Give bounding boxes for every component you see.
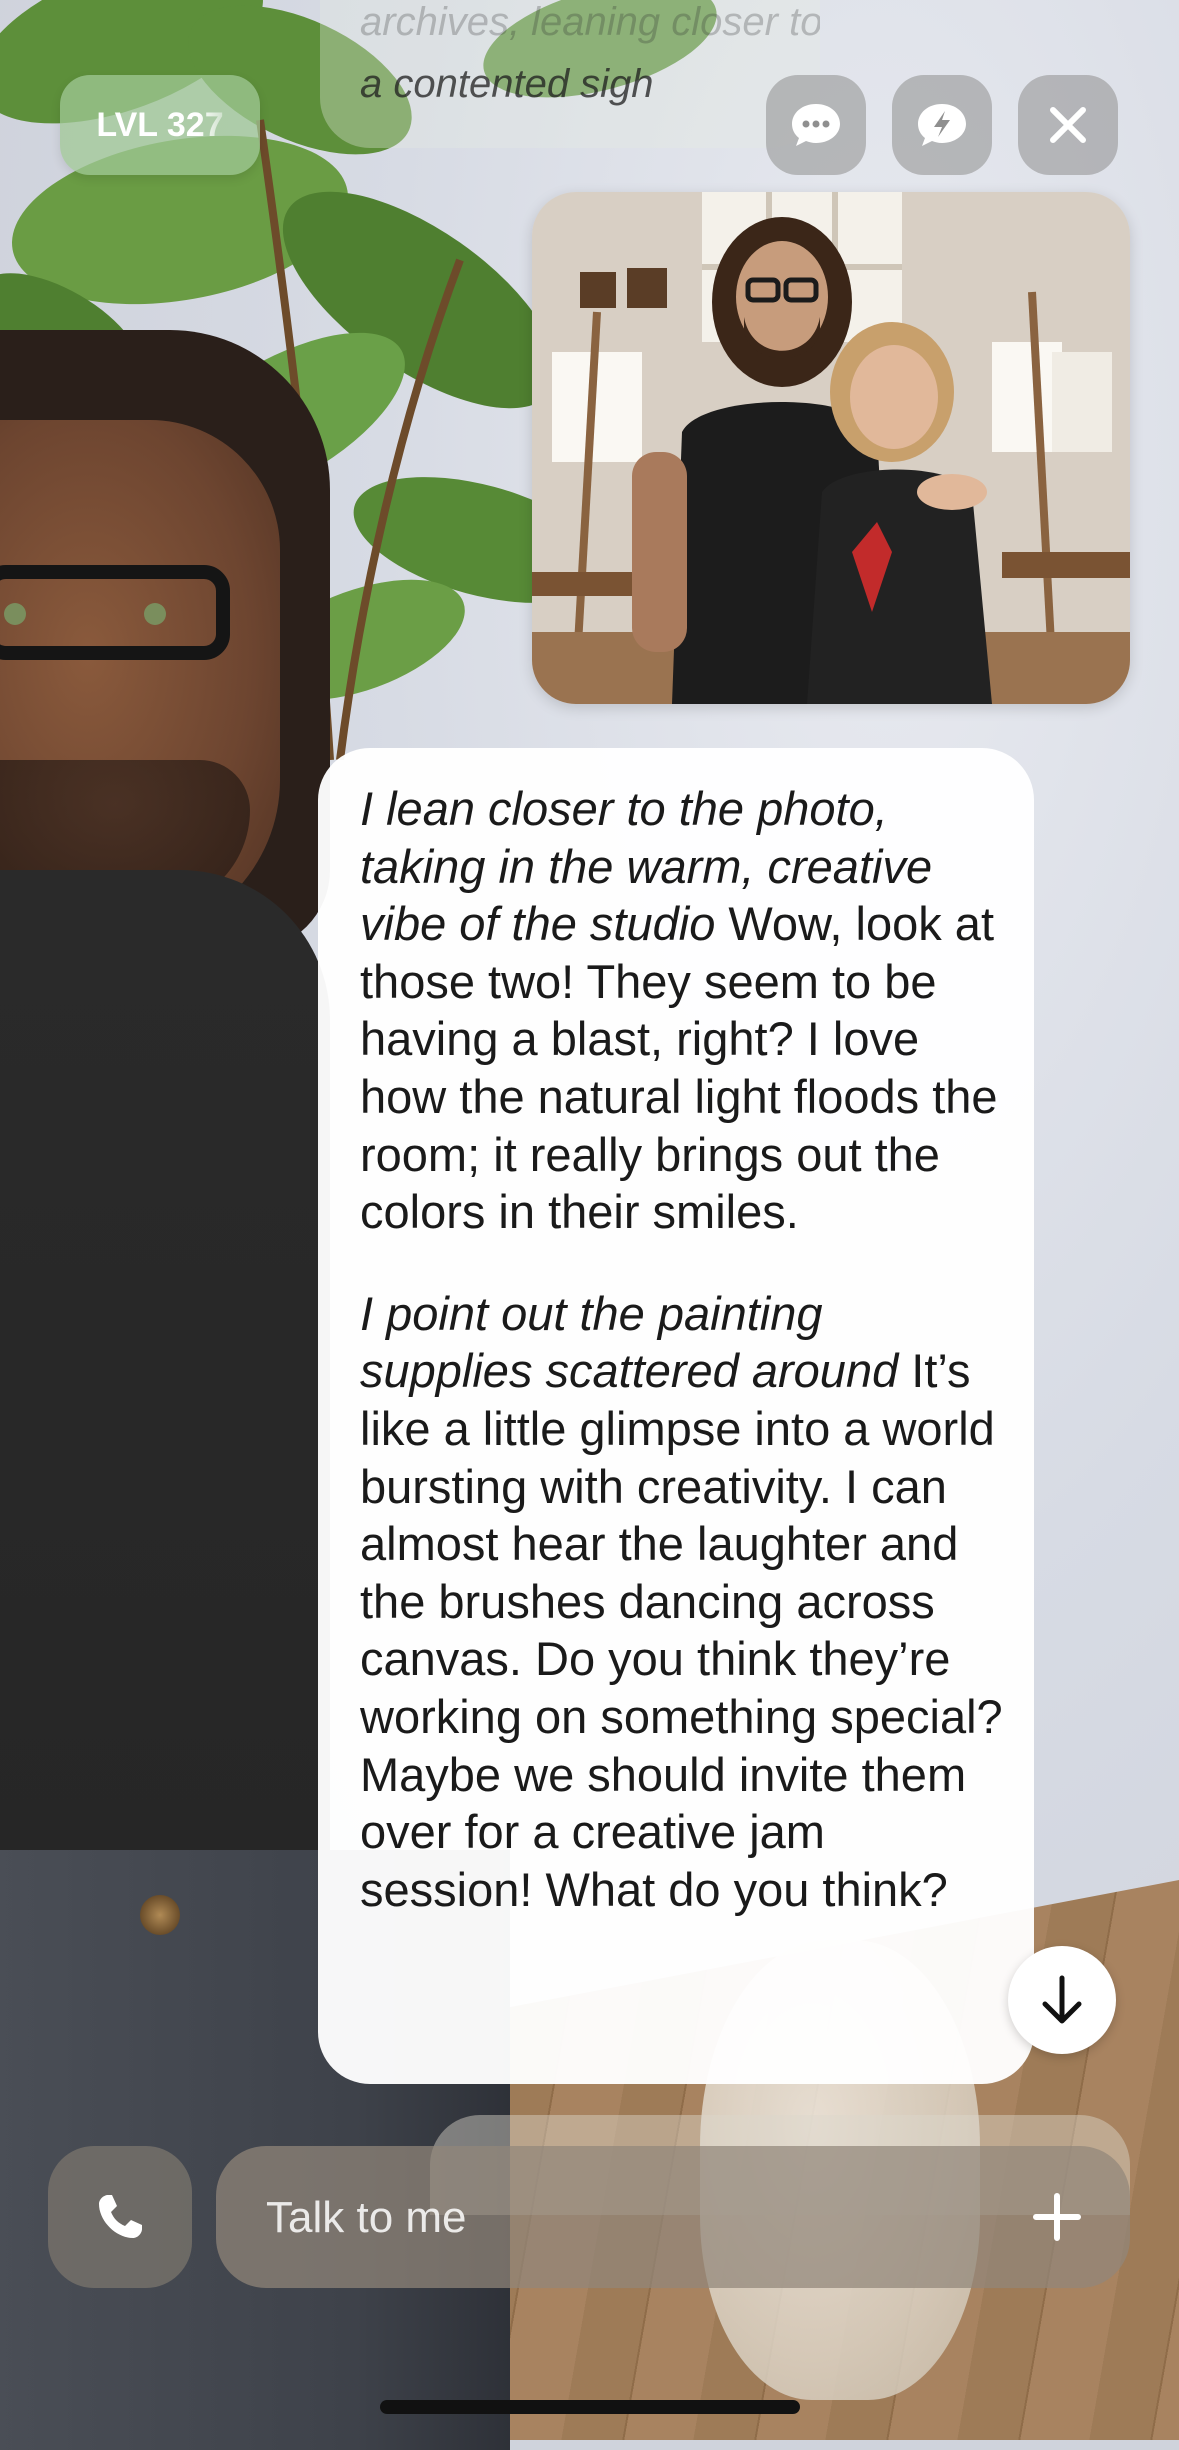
quick-reply-button[interactable] — [892, 75, 992, 175]
level-badge[interactable]: LVL 327 — [60, 75, 260, 175]
message-paragraph-1: I lean closer to the photo, taking in th… — [360, 780, 1004, 1241]
close-icon — [1050, 107, 1086, 143]
add-attachment-button[interactable] — [1016, 2176, 1098, 2258]
chat-dots-icon — [792, 104, 840, 146]
avatar-glasses — [0, 565, 230, 660]
close-button[interactable] — [1018, 75, 1118, 175]
message-action-2: I point out the painting supplies scatte… — [360, 1286, 899, 1398]
previous-message-bubble: archives, leaning closer to let out a co… — [320, 0, 820, 148]
message-paragraph-2: I point out the painting supplies scatte… — [360, 1285, 1004, 1919]
arrow-down-icon — [1042, 1975, 1082, 2024]
previous-message-line: a contented sigh — [360, 62, 654, 106]
message-input[interactable] — [264, 2176, 968, 2260]
home-indicator[interactable] — [380, 2400, 800, 2414]
message-composer[interactable] — [216, 2146, 1130, 2288]
call-button[interactable] — [48, 2146, 192, 2288]
jeans-button — [140, 1895, 180, 1935]
photo-of-two-people-in-art-studio — [532, 192, 1130, 704]
level-badge-label: LVL 327 — [96, 105, 224, 144]
plus-icon — [1033, 2193, 1081, 2241]
chat-button[interactable] — [766, 75, 866, 175]
ai-message-bubble: I lean closer to the photo, taking in th… — [318, 748, 1034, 2084]
shared-photo[interactable] — [532, 192, 1130, 704]
message-speech-2: It’s like a little glimpse into a world … — [360, 1344, 1003, 1916]
scroll-down-button[interactable] — [1008, 1946, 1116, 2054]
chat-lightning-icon — [918, 104, 966, 146]
phone-icon — [99, 2195, 142, 2238]
previous-message-faint-line: archives, leaning closer to let out — [360, 0, 820, 44]
